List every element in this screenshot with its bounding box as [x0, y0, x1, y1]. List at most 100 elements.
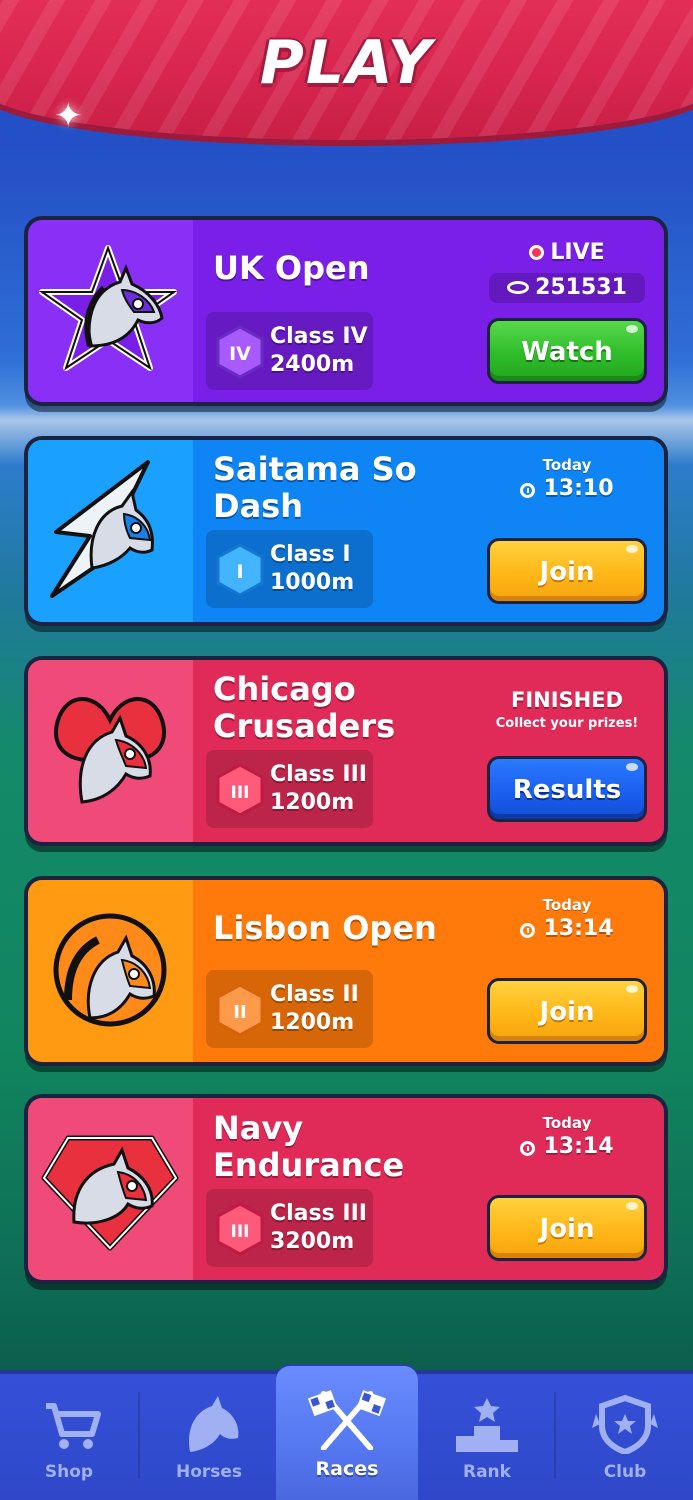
distance-label: 1200m [270, 1010, 355, 1035]
class-text: Class III 1200m [270, 761, 367, 817]
class-info-box: IV Class IV 2400m [206, 312, 373, 390]
day-label: Today [542, 1114, 592, 1132]
card-left-panel [28, 220, 193, 402]
race-card-saitama-so-dash[interactable]: Saitama So Dash I Class I 1000m Today 13… [28, 440, 664, 622]
card-main-panel: Saitama So Dash I Class I 1000m Today 13… [193, 440, 664, 622]
checkered-flags-icon [307, 1390, 387, 1450]
schedule-status: Today 13:14 [486, 1114, 648, 1159]
join-button[interactable]: Join [487, 538, 647, 604]
live-label: LIVE [550, 240, 605, 265]
race-time: 13:14 [543, 1134, 614, 1159]
class-badge-icon: I [216, 543, 264, 597]
schedule-status: Today 13:14 [486, 896, 648, 941]
class-numeral: I [236, 561, 243, 583]
tab-label: Races [315, 1458, 379, 1480]
viewer-count-box: 251531 [489, 273, 645, 303]
podium-icon [456, 1398, 518, 1452]
class-badge-icon: II [216, 983, 264, 1037]
tab-horses[interactable]: Horses [140, 1374, 278, 1500]
class-text: Class II 1200m [270, 981, 359, 1037]
results-button[interactable]: Results [487, 756, 647, 822]
class-info-box: I Class I 1000m [206, 530, 373, 608]
race-card-navy-endurance[interactable]: Navy Endurance III Class III 3200m Today… [28, 1098, 664, 1280]
race-name: Saitama So Dash [213, 450, 417, 525]
tab-club[interactable]: Club [556, 1374, 693, 1500]
circle-horse-logo-icon [53, 913, 167, 1027]
watch-button[interactable]: Watch [487, 318, 647, 384]
distance-label: 2400m [270, 352, 355, 377]
time-row: 13:10 [486, 476, 648, 501]
class-numeral: III [231, 1222, 250, 1242]
card-left-panel [28, 1098, 193, 1280]
day-label: Today [542, 896, 592, 914]
race-card-uk-open[interactable]: UK Open IV Class IV 2400m LIVE 251531 Wa… [28, 220, 664, 402]
tab-shop[interactable]: Shop [0, 1374, 138, 1500]
class-numeral: III [231, 783, 250, 803]
tab-label: Rank [463, 1462, 511, 1482]
horse-head-icon [188, 1396, 239, 1452]
tab-rank[interactable]: Rank [418, 1374, 556, 1500]
race-name: UK Open [213, 249, 370, 287]
race-card-chicago-crusaders[interactable]: Chicago Crusaders III Class III 1200m FI… [28, 660, 664, 842]
bow-horse-logo-icon [54, 697, 166, 804]
star-horse-logo-icon [38, 245, 178, 371]
day-label: Today [542, 456, 592, 474]
finished-status: FINISHED Collect your prizes! [486, 688, 648, 731]
distance-label: 1200m [270, 790, 355, 815]
live-dot-icon [529, 245, 545, 260]
cart-icon [46, 1403, 101, 1449]
lightning-horse-logo-icon [50, 460, 154, 598]
race-time: 13:14 [543, 916, 614, 941]
card-main-panel: UK Open IV Class IV 2400m LIVE 251531 Wa… [193, 220, 664, 402]
sparkle-icon: ✦ [54, 96, 83, 136]
class-text: Class I 1000m [270, 541, 354, 597]
schedule-status: Today 13:10 [486, 456, 648, 501]
card-main-panel: Chicago Crusaders III Class III 1200m FI… [193, 660, 664, 842]
tab-races[interactable]: Races [276, 1366, 418, 1500]
class-label: Class III [270, 762, 367, 787]
class-info-box: II Class II 1200m [206, 970, 373, 1048]
distance-label: 3200m [270, 1229, 355, 1254]
class-badge-icon: III [216, 763, 264, 817]
class-badge-icon: IV [216, 325, 264, 379]
clock-icon [520, 1141, 536, 1156]
eye-icon [507, 281, 530, 294]
class-numeral: IV [229, 343, 251, 365]
class-label: Class II [270, 982, 359, 1007]
time-row: 13:14 [486, 1134, 648, 1159]
race-time: 13:10 [543, 476, 614, 501]
shield-icon [592, 1394, 658, 1454]
distance-label: 1000m [270, 570, 355, 595]
class-text: Class IV 2400m [270, 323, 368, 379]
finished-subtext: Collect your prizes! [495, 716, 639, 731]
clock-icon [520, 923, 536, 938]
race-name: Chicago Crusaders [213, 670, 396, 745]
class-badge-icon: III [216, 1202, 264, 1256]
card-main-panel: Navy Endurance III Class III 3200m Today… [193, 1098, 664, 1280]
class-numeral: II [233, 1002, 246, 1023]
card-left-panel [28, 440, 193, 622]
bottom-tab-bar: Shop Horses Races Rank Club [0, 1366, 693, 1500]
card-main-panel: Lisbon Open II Class II 1200m Today 13:1… [193, 880, 664, 1062]
diamond-horse-logo-icon [41, 1135, 179, 1251]
class-label: Class III [270, 1201, 367, 1226]
card-left-panel [28, 660, 193, 842]
join-button[interactable]: Join [487, 978, 647, 1044]
class-label: Class IV [270, 324, 368, 349]
viewer-count: 251531 [535, 275, 627, 300]
page-title: PLAY [259, 28, 434, 98]
time-row: 13:14 [486, 916, 648, 941]
join-button[interactable]: Join [487, 1195, 647, 1261]
race-name: Navy Endurance [213, 1109, 405, 1184]
class-info-box: III Class III 3200m [206, 1189, 373, 1267]
race-card-lisbon-open[interactable]: Lisbon Open II Class II 1200m Today 13:1… [28, 880, 664, 1062]
tab-label: Shop [44, 1462, 94, 1482]
class-info-box: III Class III 1200m [206, 750, 373, 828]
tab-label: Club [603, 1462, 647, 1482]
live-status: LIVE 251531 [486, 240, 648, 303]
clock-icon [520, 483, 536, 498]
race-name: Lisbon Open [213, 909, 437, 947]
card-left-panel [28, 880, 193, 1062]
tab-label: Horses [175, 1462, 243, 1482]
class-text: Class III 3200m [270, 1200, 367, 1256]
